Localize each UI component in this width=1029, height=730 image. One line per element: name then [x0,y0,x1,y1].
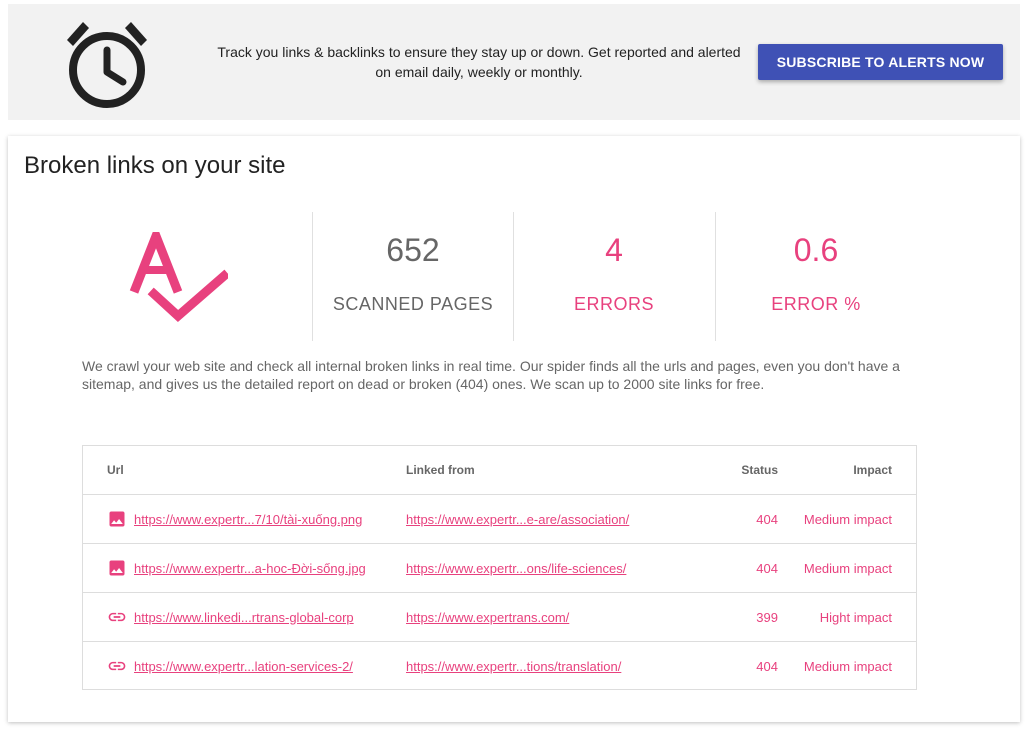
status-code: 399 [756,609,778,625]
stat-scanned-pages: 652 SCANNED PAGES [312,212,513,341]
image-icon [109,560,125,576]
table-row: https://www.expertr...7/10/tài-xuống.png… [83,494,916,544]
stat-errors: 4 ERRORS [513,212,714,341]
alarm-clock-icon [67,22,147,108]
spellcheck-icon [129,232,228,323]
image-icon [109,511,125,527]
status-code: 404 [756,658,778,674]
page-title: Broken links on your site [24,152,286,179]
error-percent-label: ERROR % [771,294,861,314]
table-row: https://www.expertr...a-hoc-Đời-sống.jpg… [83,543,916,593]
column-header-linked-from[interactable]: Linked from [406,446,668,495]
description-text: We crawl your web site and check all int… [82,358,900,392]
errors-label: ERRORS [573,294,654,314]
broken-links-card: Broken links on your site 652 SCANNED PA… [8,136,1020,722]
scanned-pages-value: 652 [386,232,440,268]
scanned-pages-label: SCANNED PAGES [332,294,494,314]
broken-url-link[interactable]: https://www.expertr...lation-services-2/ [134,659,353,674]
linked-from-link[interactable]: https://www.expertrans.com/ [406,610,569,625]
link-icon [108,661,126,671]
linked-from-link[interactable]: https://www.expertr...e-are/association/ [406,512,629,527]
stat-error-percent: 0.6 ERROR % [715,212,916,341]
column-header-url[interactable]: Url [83,446,406,495]
banner-text: Track you links & backlinks to ensure th… [217,44,741,80]
column-header-impact[interactable]: Impact [778,446,916,495]
impact-label: Medium impact [803,658,892,674]
status-code: 404 [756,511,778,527]
status-code: 404 [756,560,778,576]
broken-links-table: Url Linked from Status Impact https://ww… [82,445,917,690]
linked-from-link[interactable]: https://www.expertr...ons/life-sciences/ [406,561,626,576]
error-percent-value: 0.6 [793,232,839,268]
errors-value: 4 [605,232,623,268]
broken-url-link[interactable]: https://www.linkedi...rtrans-global-corp [134,610,354,625]
table-row: https://www.expertr...lation-services-2/… [83,642,916,691]
impact-label: Hight impact [819,609,892,625]
link-icon [108,612,126,622]
impact-label: Medium impact [803,560,892,576]
alerts-banner: Track you links & backlinks to ensure th… [8,4,1020,120]
impact-label: Medium impact [803,511,892,527]
broken-url-link[interactable]: https://www.expertr...a-hoc-Đời-sống.jpg [134,561,366,576]
table-row: https://www.linkedi...rtrans-global-corp… [83,592,916,642]
table-header-row: Url Linked from Status Impact [83,446,916,495]
column-header-status[interactable]: Status [668,446,778,495]
subscribe-alerts-button[interactable]: SUBSCRIBE TO ALERTS NOW [758,44,1003,80]
linked-from-link[interactable]: https://www.expertr...tions/translation/ [406,659,621,674]
broken-url-link[interactable]: https://www.expertr...7/10/tài-xuống.png [134,512,362,527]
